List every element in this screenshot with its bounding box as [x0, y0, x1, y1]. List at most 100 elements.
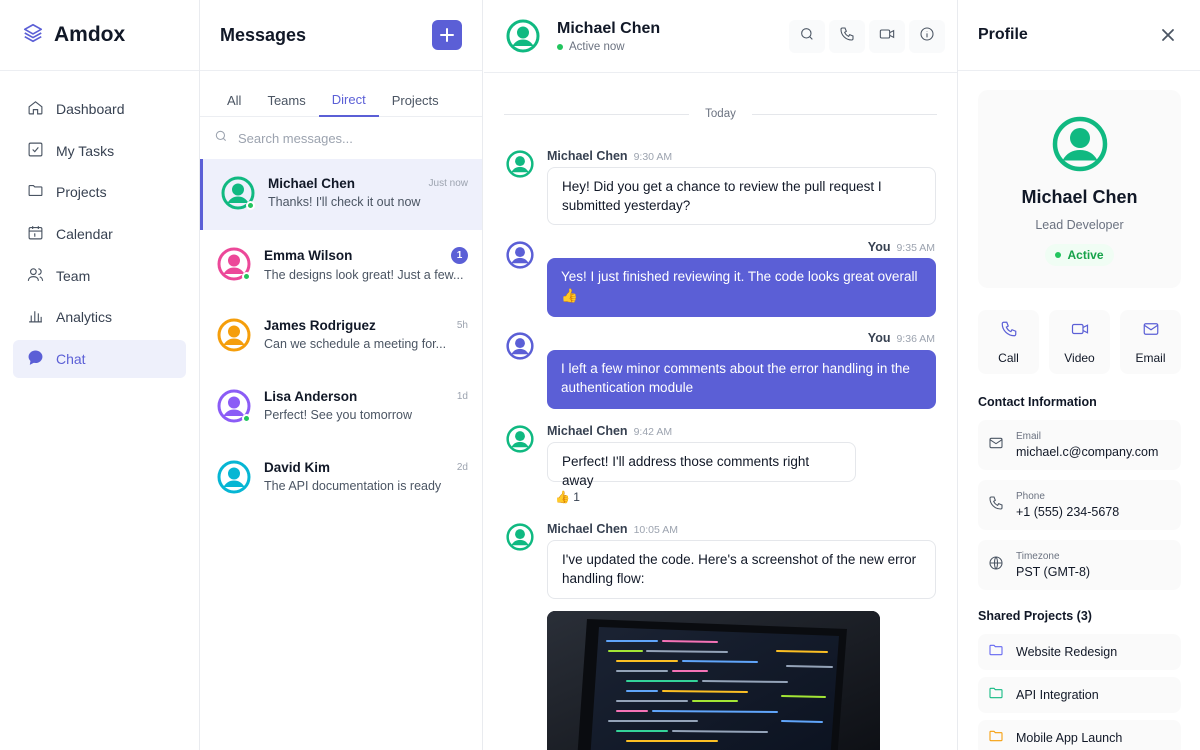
conversation-item[interactable]: James Rodriguez 5h Can we schedule a mee… — [200, 301, 482, 372]
avatar — [506, 523, 534, 551]
shared-project-item[interactable]: Mobile App Launch — [978, 720, 1181, 750]
new-message-button[interactable] — [432, 20, 462, 50]
status-text: Active now — [569, 40, 625, 53]
online-indicator — [242, 414, 251, 423]
folder-icon — [988, 642, 1004, 663]
profile-role: Lead Developer — [1035, 218, 1124, 232]
sidebar-item-label: My Tasks — [56, 142, 115, 159]
sidebar-item-label: Calendar — [56, 226, 113, 243]
avatar — [217, 247, 251, 281]
message-sender: You — [867, 331, 891, 345]
chat-bubble-icon — [27, 349, 44, 369]
close-profile-button[interactable] — [1156, 23, 1180, 47]
reaction-badge[interactable]: 👍 1 — [555, 490, 580, 504]
contact-phone-row: Phone +1 (555) 234-5678 — [978, 480, 1181, 530]
contact-label: Timezone — [1016, 551, 1060, 562]
conversation-time: Just now — [428, 178, 468, 189]
image-attachment[interactable] — [547, 611, 880, 750]
conversation-item[interactable]: Lisa Anderson 1d Perfect! See you tomorr… — [200, 372, 482, 443]
laptop-code-screenshot — [547, 611, 880, 750]
conversation-name: James Rodriguez — [264, 318, 376, 333]
sidebar: Amdox Dashboard My Tasks Projects Calend… — [0, 0, 200, 750]
folder-icon — [988, 685, 1004, 706]
messages-header: Messages — [200, 0, 482, 71]
users-icon — [27, 266, 44, 286]
call-button[interactable]: Call — [978, 310, 1039, 374]
shared-project-item[interactable]: API Integration — [978, 677, 1181, 713]
video-button-label: Video — [1064, 350, 1095, 365]
online-indicator — [242, 272, 251, 281]
profile-header: Profile — [958, 0, 1200, 71]
contact-label: Phone — [1016, 491, 1045, 502]
sidebar-item-dashboard[interactable]: Dashboard — [13, 90, 186, 128]
conversation-preview: Can we schedule a meeting for... — [264, 337, 447, 351]
message-time: 10:05 AM — [633, 524, 678, 536]
profile-name: Michael Chen — [1021, 187, 1138, 207]
mail-icon — [1142, 320, 1160, 343]
conversation-name: Emma Wilson — [264, 248, 353, 263]
avatar — [506, 19, 540, 53]
sidebar-item-calendar[interactable]: Calendar — [13, 215, 186, 253]
sidebar-item-analytics[interactable]: Analytics — [13, 298, 186, 336]
sidebar-item-label: Analytics — [56, 309, 113, 326]
conversation-item[interactable]: Michael Chen Just now Thanks! I'll check… — [200, 159, 482, 230]
conversation-preview: The API documentation is ready — [264, 479, 442, 493]
conversation-preview: The designs look great! Just a few... — [264, 268, 464, 282]
sidebar-item-label: Dashboard — [56, 101, 125, 117]
profile-card: Michael Chen Lead Developer Active — [978, 90, 1181, 288]
message-sender: Michael Chen — [547, 522, 628, 536]
calendar-icon — [27, 224, 44, 244]
sidebar-item-label: Chat — [56, 351, 86, 368]
unread-badge: 1 — [451, 247, 468, 264]
divider — [504, 113, 690, 115]
message-meta: Michael Chen 9:42 AM — [547, 424, 672, 438]
sidebar-item-chat[interactable]: Chat — [13, 340, 186, 379]
message-search — [200, 117, 482, 159]
sidebar-item-projects[interactable]: Projects — [13, 173, 186, 211]
message-incoming: Michael Chen 9:42 AM Perfect! I'll addres… — [506, 424, 935, 510]
conversation-preview: Perfect! See you tomorrow — [264, 408, 412, 422]
message-incoming: Michael Chen 10:05 AM I've updated the co… — [506, 522, 936, 603]
tab-teams[interactable]: Teams — [254, 71, 318, 117]
avatar — [221, 176, 255, 210]
bar-chart-icon — [27, 307, 44, 327]
conversation-name: Lisa Anderson — [264, 389, 358, 404]
shared-project-item[interactable]: Website Redesign — [978, 634, 1181, 670]
chat-header-actions — [789, 20, 945, 53]
folder-icon — [988, 728, 1004, 749]
contact-email-row: Email michael.c@company.com — [978, 420, 1181, 470]
message-outgoing: You 9:35 AM Yes! I just finished reviewin… — [506, 240, 936, 321]
voice-call-button[interactable] — [829, 20, 865, 53]
avatar — [217, 389, 251, 423]
chat-search-button[interactable] — [789, 20, 825, 53]
sidebar-item-label: Projects — [56, 184, 107, 201]
conversation-time: 5h — [456, 320, 468, 331]
info-button[interactable] — [909, 20, 945, 53]
tab-all[interactable]: All — [214, 71, 254, 117]
search-input[interactable] — [238, 130, 458, 146]
online-indicator — [1055, 252, 1062, 258]
tab-direct[interactable]: Direct — [318, 71, 379, 117]
phone-icon — [839, 26, 855, 47]
profile-quick-actions: Call Video Email — [978, 310, 1181, 374]
message-bubble: I've updated the code. Here's a screensh… — [547, 540, 936, 599]
message-tabs: All Teams Direct Projects — [200, 71, 482, 117]
avatar — [506, 332, 534, 360]
email-button[interactable]: Email — [1120, 310, 1181, 374]
message-incoming: Michael Chen 9:30 AM Hey! Did you get a c… — [506, 149, 936, 230]
message-bubble: Hey! Did you get a chance to review the … — [547, 167, 936, 225]
video-button[interactable]: Video — [1049, 310, 1110, 374]
online-indicator — [246, 201, 255, 210]
conversation-time: 2d — [456, 462, 468, 473]
message-time: 9:36 AM — [896, 333, 935, 345]
video-call-button[interactable] — [869, 20, 905, 53]
close-icon — [1161, 28, 1175, 42]
tab-projects[interactable]: Projects — [379, 71, 452, 117]
profile-title: Profile — [978, 26, 1028, 43]
sidebar-item-team[interactable]: Team — [13, 257, 186, 295]
conversation-item[interactable]: David Kim 2d The API documentation is re… — [200, 443, 482, 514]
conversation-item[interactable]: Emma Wilson 1 The designs look great! Ju… — [200, 230, 482, 301]
sidebar-item-my-tasks[interactable]: My Tasks — [13, 132, 186, 170]
message-meta: Michael Chen 10:05 AM — [547, 522, 678, 536]
email-button-label: Email — [1135, 350, 1166, 365]
